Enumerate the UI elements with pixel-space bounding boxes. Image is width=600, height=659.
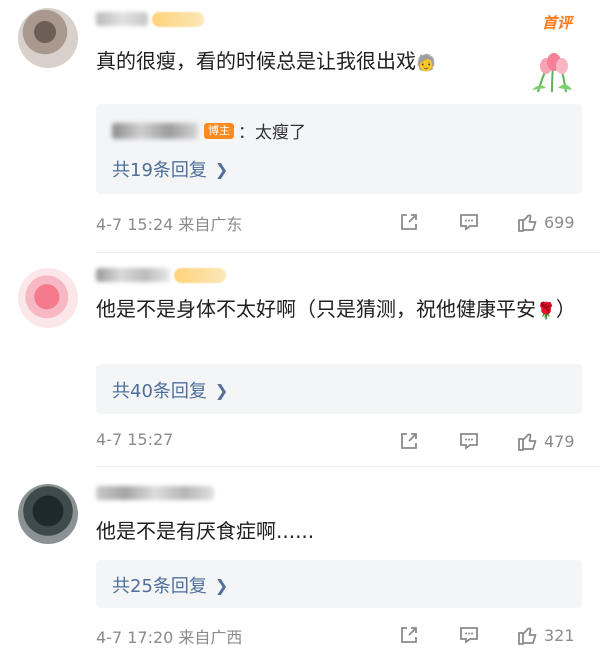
avatar[interactable] bbox=[18, 8, 78, 68]
username-blurred bbox=[96, 12, 148, 26]
view-replies-link[interactable]: 共25条回复 ❯ bbox=[112, 572, 228, 598]
reply-text: ：太瘦了 bbox=[238, 123, 306, 143]
share-icon bbox=[401, 214, 417, 230]
avatar[interactable] bbox=[18, 268, 78, 328]
comment-meta: 4-7 17:20 来自广西 321 bbox=[96, 624, 584, 648]
comment-meta: 4-7 15:24 来自广东 699 bbox=[96, 211, 584, 235]
reply-line: 博主 ：太瘦了 bbox=[112, 118, 306, 143]
chevron-right-icon: ❯ bbox=[214, 575, 229, 595]
comment-button[interactable] bbox=[458, 430, 480, 452]
comment-button[interactable] bbox=[458, 624, 480, 646]
comment-icon bbox=[460, 214, 478, 231]
chevron-right-icon: ❯ bbox=[214, 380, 229, 400]
emoji: 🧓 bbox=[416, 53, 436, 72]
username[interactable] bbox=[96, 10, 204, 28]
comment-button[interactable] bbox=[458, 211, 480, 233]
view-replies-link[interactable]: 共19条回复 ❯ bbox=[112, 156, 228, 182]
first-comment-tag: 首评 bbox=[541, 14, 572, 32]
emoji: 🌹 bbox=[536, 301, 556, 320]
chevron-right-icon: ❯ bbox=[214, 159, 229, 179]
comment-3: 他是不是有厌食症啊...... 共25条回复 ❯ 4-7 17:20 来自广西 … bbox=[0, 470, 600, 659]
like-count: 699 bbox=[544, 212, 575, 232]
member-badge bbox=[174, 267, 226, 283]
comment-text: 他是不是身体不太好啊（只是猜测，祝他健康平安🌹） bbox=[96, 297, 576, 321]
share-icon bbox=[401, 627, 417, 643]
member-badge bbox=[152, 11, 204, 27]
timestamp: 4-7 15:24 来自广东 bbox=[96, 215, 243, 234]
comment-1: 首评 真的很瘦，看的时候总是让我很出戏🧓 博主 ：太瘦了 共19条回复 ❯ 4-… bbox=[0, 0, 600, 240]
tulip-sticker-icon bbox=[532, 53, 572, 93]
share-button[interactable] bbox=[398, 430, 420, 452]
reply-preview[interactable]: 共40条回复 ❯ bbox=[96, 364, 582, 414]
like-button[interactable]: 479 bbox=[516, 430, 575, 452]
username[interactable] bbox=[96, 266, 226, 284]
divider bbox=[96, 252, 600, 253]
comment-meta: 4-7 15:27 479 bbox=[96, 430, 584, 452]
share-button[interactable] bbox=[398, 211, 420, 233]
username-blurred bbox=[96, 268, 170, 282]
avatar[interactable] bbox=[18, 484, 78, 544]
comment-text: 真的很瘦，看的时候总是让我很出戏🧓 bbox=[96, 49, 436, 73]
author-badge: 博主 bbox=[204, 122, 234, 139]
like-button[interactable]: 321 bbox=[516, 624, 575, 646]
share-icon bbox=[401, 433, 417, 449]
username[interactable] bbox=[96, 484, 214, 502]
comment-icon bbox=[460, 433, 478, 450]
like-count: 321 bbox=[544, 625, 575, 645]
comment-icon bbox=[460, 627, 478, 644]
comment-2: 他是不是身体不太好啊（只是猜测，祝他健康平安🌹） 共40条回复 ❯ 4-7 15… bbox=[0, 256, 600, 466]
reply-author-blurred bbox=[112, 122, 198, 139]
thumbs-up-icon bbox=[518, 433, 537, 451]
thumbs-up-icon bbox=[518, 627, 537, 645]
reply-preview[interactable]: 博主 ：太瘦了 共19条回复 ❯ bbox=[96, 104, 582, 194]
view-replies-link[interactable]: 共40条回复 ❯ bbox=[112, 377, 228, 403]
share-button[interactable] bbox=[398, 624, 420, 646]
like-button[interactable]: 699 bbox=[516, 211, 575, 233]
comment-text: 他是不是有厌食症啊...... bbox=[96, 519, 315, 543]
username-blurred bbox=[96, 486, 214, 500]
reply-preview[interactable]: 共25条回复 ❯ bbox=[96, 560, 582, 608]
divider bbox=[96, 466, 600, 467]
thumbs-up-icon bbox=[518, 214, 537, 232]
timestamp: 4-7 17:20 来自广西 bbox=[96, 628, 243, 647]
timestamp: 4-7 15:27 bbox=[96, 430, 174, 449]
like-count: 479 bbox=[544, 431, 575, 451]
